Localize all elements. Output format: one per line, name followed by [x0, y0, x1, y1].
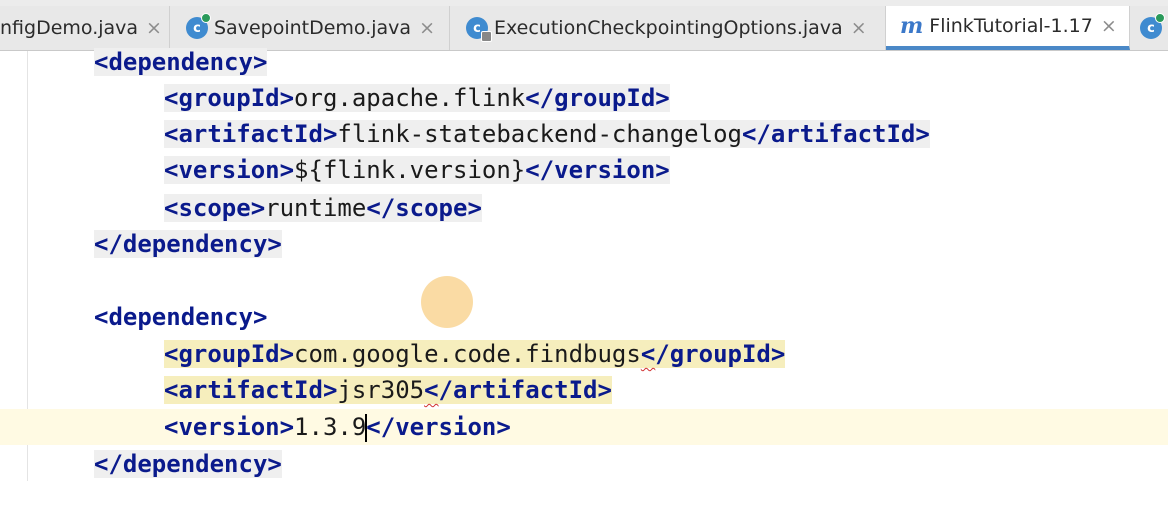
- java-class-icon: c: [1140, 13, 1165, 39]
- java-class-readonly-icon: c: [466, 17, 492, 42]
- xml-tag: <dependency>: [94, 48, 268, 76]
- xml-text: flink-statebackend-changelog: [337, 120, 742, 148]
- tab-label: SavepointDemo.java: [214, 17, 412, 39]
- close-icon[interactable]: ×: [851, 17, 867, 39]
- xml-text: org.apache.flink: [294, 84, 526, 112]
- tab-label: nfigDemo.java: [0, 17, 139, 39]
- xml-tag: </version>: [366, 413, 511, 441]
- xml-tag: /artifactId>: [438, 376, 612, 404]
- code-line[interactable]: <version>${flink.version}</version>: [0, 152, 1168, 188]
- xml-tag: </groupId>: [525, 84, 670, 112]
- close-icon[interactable]: ×: [1101, 15, 1117, 37]
- close-icon[interactable]: ×: [146, 17, 162, 39]
- xml-tag: </artifactId>: [741, 120, 930, 148]
- tab-label: ExecutionCheckpointingOptions.java: [494, 17, 843, 39]
- maven-icon: m: [900, 13, 924, 39]
- xml-tag: <groupId>: [164, 340, 295, 368]
- xml-tag: </dependency>: [94, 230, 282, 258]
- code-line[interactable]: <dependency>: [0, 299, 1168, 335]
- xml-text: runtime: [265, 194, 367, 222]
- xml-text: ${flink.version}: [294, 156, 526, 184]
- xml-text: 1.3.9: [294, 413, 367, 441]
- xml-text: com.google.code.findbugs: [294, 340, 641, 368]
- xml-text: jsr305: [337, 376, 425, 404]
- xml-tag-error: <: [640, 340, 656, 368]
- mouse-click-indicator: [421, 276, 473, 328]
- code-line[interactable]: </dependency>: [0, 446, 1168, 482]
- xml-tag: <dependency>: [94, 303, 268, 331]
- tab-label: FlinkTutorial-1.17: [929, 15, 1093, 37]
- xml-tag: <scope>: [164, 194, 266, 222]
- xml-tag: </dependency>: [94, 450, 282, 478]
- xml-tag: <version>: [164, 156, 295, 184]
- xml-tag: <artifactId>: [164, 376, 338, 404]
- xml-tag-error: <: [424, 376, 439, 404]
- xml-tag: /groupId>: [655, 340, 786, 368]
- xml-tag: <groupId>: [164, 84, 295, 112]
- code-line[interactable]: <artifactId>jsr305</artifactId>: [0, 372, 1168, 408]
- xml-tag: <artifactId>: [164, 120, 338, 148]
- xml-tag: </version>: [525, 156, 670, 184]
- xml-tag: <version>: [164, 413, 295, 441]
- close-icon[interactable]: ×: [419, 17, 435, 39]
- xml-tag: </scope>: [366, 194, 482, 222]
- code-line[interactable]: </dependency>: [0, 226, 1168, 262]
- code-line[interactable]: <dependency>: [0, 44, 1168, 80]
- code-line[interactable]: <groupId>com.google.code.findbugs</group…: [0, 336, 1168, 372]
- code-line[interactable]: <artifactId>flink-statebackend-changelog…: [0, 116, 1168, 152]
- java-class-icon: c: [186, 13, 211, 39]
- code-line[interactable]: <groupId>org.apache.flink</groupId>: [0, 80, 1168, 116]
- code-line-current[interactable]: <version>1.3.9</version>: [0, 409, 1168, 445]
- code-line[interactable]: <scope>runtime</scope>: [0, 190, 1168, 226]
